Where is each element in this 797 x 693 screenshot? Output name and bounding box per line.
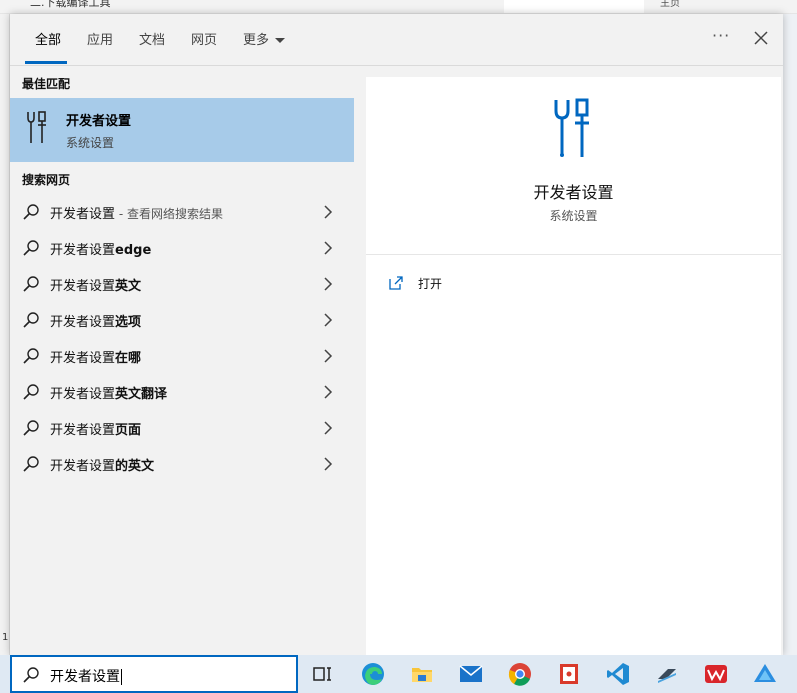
tab-all[interactable]: 全部 [35, 29, 61, 48]
web-result-suggestion: 选项 [115, 315, 142, 330]
active-tab-indicator [25, 61, 67, 64]
search-icon [23, 456, 39, 472]
edge-icon[interactable] [360, 661, 386, 687]
file-explorer-icon[interactable] [409, 661, 435, 687]
web-result-text: 开发者设置edge [50, 239, 151, 258]
web-result-text: 开发者设置页面 [50, 419, 141, 438]
web-result-text: 开发者设置选项 [50, 311, 141, 330]
developer-settings-icon [554, 98, 589, 157]
web-result-prefix: 开发者设置 [50, 351, 116, 366]
task-view-icon[interactable] [309, 661, 335, 687]
web-result-text: 开发者设置英文翻译 [50, 383, 167, 402]
web-result-suggestion: 页面 [115, 423, 142, 438]
developer-settings-icon [27, 111, 46, 143]
search-icon [23, 420, 39, 436]
web-result-item[interactable]: 开发者设置的英文 [10, 446, 354, 482]
best-match-subtitle: 系统设置 [66, 136, 115, 150]
web-result-suggestion: 的英文 [115, 459, 155, 474]
cloud-drive-icon[interactable] [752, 661, 778, 687]
chevron-right-icon[interactable] [323, 277, 333, 291]
background-window-home-text: 主页 [660, 0, 680, 9]
web-result-prefix: 开发者设置 [50, 243, 116, 258]
web-result-prefix: 开发者设置 [50, 315, 116, 330]
app-icon[interactable] [556, 661, 582, 687]
web-result-suggestion: 英文翻译 [115, 387, 168, 402]
terminal-app-icon[interactable] [654, 661, 680, 687]
open-label: 打开 [418, 277, 443, 291]
search-icon [23, 240, 39, 256]
close-icon[interactable] [751, 28, 771, 48]
background-window-edge [0, 14, 10, 655]
chevron-right-icon[interactable] [323, 241, 333, 255]
web-result-hint: - 查看网络搜索结果 [115, 207, 223, 221]
web-result-text: 开发者设置在哪 [50, 347, 141, 366]
background-right-edge [783, 14, 797, 655]
best-match-title: 开发者设置 [66, 114, 132, 129]
web-result-suggestion: 在哪 [115, 351, 142, 366]
web-result-prefix: 开发者设置 [50, 207, 116, 222]
preview-divider [366, 254, 781, 255]
web-result-suggestion: 英文 [115, 279, 142, 294]
caret-down-icon [275, 38, 286, 43]
tab-more[interactable]: 更多 [243, 29, 286, 48]
tab-apps[interactable]: 应用 [87, 29, 113, 48]
open-action[interactable]: 打开 [388, 273, 508, 297]
search-icon [23, 667, 39, 683]
search-icon [23, 384, 39, 400]
more-options-button[interactable]: ··· [712, 26, 730, 45]
taskbar-search-box[interactable]: 开发者设置 [10, 655, 298, 693]
chevron-right-icon[interactable] [323, 349, 333, 363]
chevron-right-icon[interactable] [323, 205, 333, 219]
wps-icon[interactable] [703, 661, 729, 687]
background-window-box [504, 0, 644, 13]
chrome-icon[interactable] [507, 661, 533, 687]
web-result-item[interactable]: 开发者设置选项 [10, 302, 354, 338]
background-window-strip: 二.下载编译工具 主页 [0, 0, 797, 14]
web-result-item[interactable]: 开发者设置英文 [10, 266, 354, 302]
search-input[interactable]: 开发者设置 [50, 666, 122, 686]
tab-web[interactable]: 网页 [191, 29, 217, 48]
web-result-prefix: 开发者设置 [50, 279, 116, 294]
search-icon [23, 204, 39, 220]
background-edge-number: 1 [2, 632, 9, 643]
web-result-item[interactable]: 开发者设置 - 查看网络搜索结果 [10, 194, 354, 230]
web-result-item[interactable]: 开发者设置页面 [10, 410, 354, 446]
text-cursor [121, 669, 122, 685]
tab-documents[interactable]: 文档 [139, 29, 165, 48]
web-result-prefix: 开发者设置 [50, 423, 116, 438]
open-external-icon [389, 276, 403, 290]
search-input-value: 开发者设置 [50, 669, 120, 685]
web-search-heading: 搜索网页 [22, 173, 71, 187]
vscode-icon[interactable] [605, 661, 631, 687]
preview-panel: 开发者设置 系统设置 打开 [366, 77, 781, 655]
web-result-prefix: 开发者设置 [50, 459, 116, 474]
search-icon [23, 312, 39, 328]
chevron-right-icon[interactable] [323, 313, 333, 327]
web-result-suggestion: edge [115, 243, 152, 258]
preview-title: 开发者设置 [533, 183, 614, 202]
preview-subtitle: 系统设置 [549, 209, 598, 223]
tab-more-label: 更多 [243, 33, 270, 48]
search-icon [23, 348, 39, 364]
best-match-heading: 最佳匹配 [22, 77, 71, 91]
web-result-item[interactable]: 开发者设置在哪 [10, 338, 354, 374]
web-result-text: 开发者设置英文 [50, 275, 141, 294]
chevron-right-icon[interactable] [323, 385, 333, 399]
mail-icon[interactable] [458, 661, 484, 687]
search-tabs: 全部 应用 文档 网页 更多 ··· [10, 14, 783, 66]
search-flyout: 全部 应用 文档 网页 更多 ··· 最佳匹配 开发者设置 系统设置 搜索网页 … [10, 14, 783, 655]
background-window-text: 二.下载编译工具 [30, 0, 111, 9]
web-result-item[interactable]: 开发者设置英文翻译 [10, 374, 354, 410]
web-result-prefix: 开发者设置 [50, 387, 116, 402]
web-result-text: 开发者设置 - 查看网络搜索结果 [50, 203, 223, 222]
best-match-item[interactable]: 开发者设置 系统设置 [10, 98, 354, 162]
taskbar: 开发者设置 [0, 655, 797, 693]
web-result-text: 开发者设置的英文 [50, 455, 154, 474]
chevron-right-icon[interactable] [323, 457, 333, 471]
search-icon [23, 276, 39, 292]
chevron-right-icon[interactable] [323, 421, 333, 435]
web-result-item[interactable]: 开发者设置edge [10, 230, 354, 266]
